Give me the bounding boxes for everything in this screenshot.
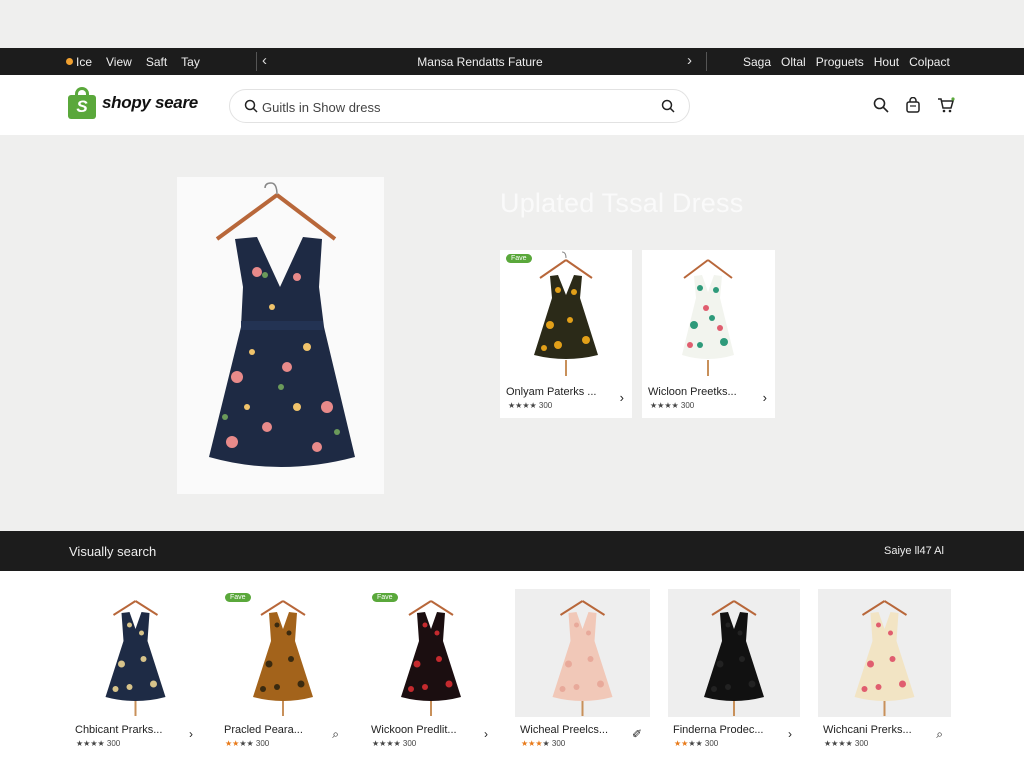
product-card[interactable]: Chbicant Prarks... ★★★★ 300 ›: [70, 589, 201, 755]
product-name: Onlyam Paterks ...: [506, 386, 597, 398]
promo-title: Mansa Rendatts Fature: [417, 55, 543, 69]
section-meta: Saiye ll47 Al: [884, 545, 944, 557]
menu-item-ice[interactable]: Ice: [66, 55, 92, 69]
chevron-right-icon[interactable]: ›: [763, 390, 767, 405]
featured-product-card[interactable]: Fave Onlyam Paterks ... ★★★★ 300 ›: [500, 250, 632, 418]
visual-search-header: Visually search Saiye ll47 Al: [0, 531, 1024, 571]
status-dot-icon: [66, 58, 73, 65]
previous-arrow-icon[interactable]: ‹: [262, 52, 267, 69]
search-icon: [244, 99, 258, 113]
section-title: Visually search: [69, 544, 157, 559]
product-thumbnail: [515, 589, 650, 717]
top-menu-left: Ice View Saft Tay: [66, 55, 200, 69]
menu-item-label: Ice: [76, 55, 93, 69]
action-icon[interactable]: ›: [484, 727, 488, 741]
product-rating: ★★★★ 300: [372, 739, 417, 748]
product-thumbnail: Fave: [366, 589, 496, 717]
product-card[interactable]: Finderna Prodec... ★★★★ 300 ›: [668, 589, 800, 755]
shopping-bag-icon: S: [68, 87, 96, 119]
product-name: Wicloon Preetks...: [648, 386, 737, 398]
product-thumbnail: Fave: [500, 250, 632, 378]
brand-logo[interactable]: S shopy seare: [68, 87, 198, 119]
featured-product-card[interactable]: Wicloon Preetks... ★★★★ 300 ›: [642, 250, 775, 418]
chevron-right-icon[interactable]: ›: [620, 390, 624, 405]
product-rating: ★★★★ 300: [76, 739, 121, 748]
site-header: S shopy seare: [0, 75, 1024, 135]
product-name: Wichcani Prerks...: [823, 724, 912, 736]
product-card[interactable]: Fave Wickoon Predlit... ★★★★ 300 ›: [366, 589, 496, 755]
menu-item-tay[interactable]: Tay: [181, 55, 200, 69]
menu-item-proguets[interactable]: Proguets: [816, 55, 864, 69]
menu-item-saft[interactable]: Saft: [146, 55, 167, 69]
product-card[interactable]: Fave Pracled Peara... ★★★★ 300 ⌕: [219, 589, 347, 755]
visual-search-results: Chbicant Prarks... ★★★★ 300 › Fave Pracled P…: [0, 571, 1024, 768]
search-input[interactable]: [262, 97, 642, 117]
product-thumbnail: Fave: [219, 589, 347, 717]
product-thumbnail: [642, 250, 775, 378]
menu-item-view[interactable]: View: [106, 55, 132, 69]
product-rating: ★★★★ 300: [650, 401, 695, 410]
bag-icon[interactable]: [905, 97, 921, 113]
divider: [706, 52, 707, 71]
menu-item-hout[interactable]: Hout: [874, 55, 899, 69]
brand-name: shopy seare: [102, 93, 198, 112]
menu-item-oltal[interactable]: Oltal: [781, 55, 806, 69]
divider: [256, 52, 257, 71]
hero-title: Uplated Tssal Dress: [500, 188, 744, 218]
product-name: Wickoon Predlit...: [371, 724, 457, 736]
action-icon[interactable]: ⌕: [332, 727, 339, 742]
favorite-badge: Fave: [506, 254, 532, 263]
header-icons: [873, 97, 955, 113]
cart-icon[interactable]: [937, 97, 955, 113]
product-thumbnail: [668, 589, 800, 717]
top-menu-right: Saga Oltal Proguets Hout Colpact: [743, 55, 950, 69]
product-rating: ★★★★ 300: [824, 739, 869, 748]
product-thumbnail: [818, 589, 951, 717]
product-card[interactable]: Wicheal Preelcs... ★★★★ 300 ✐: [515, 589, 650, 755]
search-submit-icon[interactable]: [661, 99, 675, 113]
favorite-badge: Fave: [225, 593, 251, 602]
menu-item-colpact[interactable]: Colpact: [909, 55, 950, 69]
product-name: Wicheal Preelcs...: [520, 724, 609, 736]
product-rating: ★★★★ 300: [674, 739, 719, 748]
product-rating: ★★★★ 300: [521, 739, 566, 748]
product-rating: ★★★★ 300: [508, 401, 553, 410]
action-icon[interactable]: ⌕: [936, 727, 943, 742]
product-name: Pracled Peara...: [224, 724, 303, 736]
search-bar: [229, 89, 690, 123]
action-icon[interactable]: ›: [788, 727, 792, 741]
product-rating: ★★★★ 300: [225, 739, 270, 748]
action-icon[interactable]: ✐: [632, 727, 642, 741]
next-arrow-icon[interactable]: ›: [687, 52, 692, 69]
product-thumbnail: [70, 589, 201, 717]
action-icon[interactable]: ›: [189, 727, 193, 741]
menu-item-saga[interactable]: Saga: [743, 55, 771, 69]
search-icon[interactable]: [873, 97, 889, 113]
hero-product-image[interactable]: [177, 177, 384, 494]
product-card[interactable]: Wichcani Prerks... ★★★★ 300 ⌕: [818, 589, 951, 755]
favorite-badge: Fave: [372, 593, 398, 602]
product-name: Chbicant Prarks...: [75, 724, 163, 736]
top-menu-bar: Ice View Saft Tay ‹ Mansa Rendatts Fatur…: [0, 48, 1024, 75]
product-name: Finderna Prodec...: [673, 724, 764, 736]
